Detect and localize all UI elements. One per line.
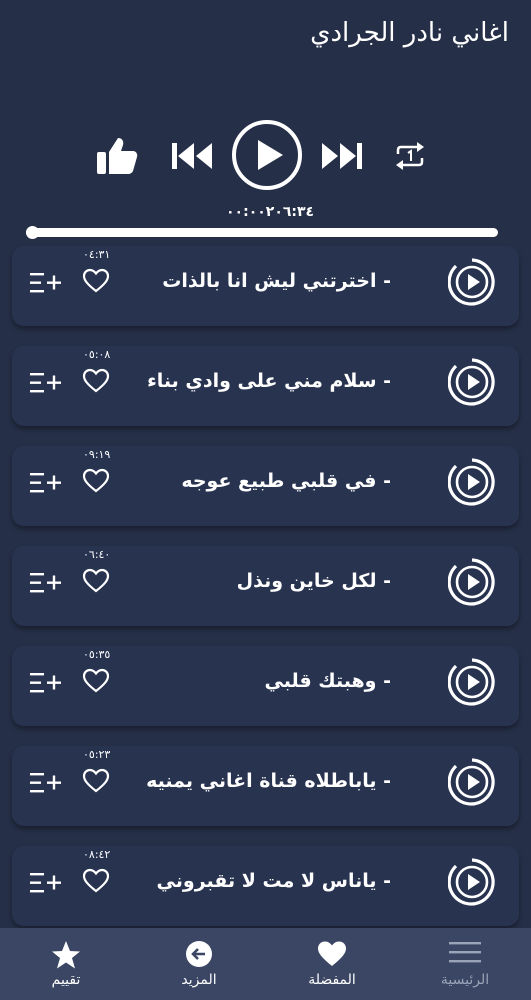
thumbs-up-icon (97, 138, 138, 174)
add-to-playlist-icon[interactable] (30, 672, 62, 694)
nav-rate[interactable]: تقييم (16, 928, 116, 1000)
previous-button[interactable] (170, 140, 214, 172)
nav-more[interactable]: المزيد (149, 928, 249, 1000)
song-title: - ياباطلاه قناة اغاني يمنيه (146, 770, 391, 792)
playback-time: ٠٠:٠٠٢٠٦:٣٤ (226, 204, 315, 220)
song-row[interactable]: ٠٦:٤٠ - لكل خاين ونذل (12, 546, 519, 626)
add-to-playlist-icon[interactable] (30, 572, 62, 594)
add-to-playlist-icon[interactable] (30, 272, 62, 294)
heart-icon[interactable] (82, 568, 110, 594)
heart-icon[interactable] (82, 768, 110, 794)
nav-favorites-label: المفضلة (308, 972, 356, 988)
play-circle-icon[interactable] (448, 258, 496, 306)
song-title: - وهبتك قلبي (264, 670, 391, 692)
nav-home[interactable]: الرئيسية (415, 928, 515, 1000)
play-circle-icon[interactable] (448, 558, 496, 606)
song-duration: ٠٦:٤٠ (83, 548, 111, 561)
next-button[interactable] (320, 140, 364, 172)
play-circle-icon[interactable] (448, 658, 496, 706)
nav-favorites[interactable]: المفضلة (282, 928, 382, 1000)
heart-icon[interactable] (82, 868, 110, 894)
nav-more-label: المزيد (181, 972, 217, 988)
skip-next-icon (322, 143, 362, 169)
repeat-button[interactable] (393, 140, 427, 172)
add-to-playlist-icon[interactable] (30, 472, 62, 494)
song-title: - لكل خاين ونذل (236, 570, 391, 592)
skip-previous-icon (172, 143, 212, 169)
play-button[interactable] (230, 118, 304, 192)
play-circle-icon[interactable] (448, 858, 496, 906)
song-row[interactable]: ٠٩:١٩ - في قلبي طبيع عوجه (12, 446, 519, 526)
player-controls (0, 118, 531, 194)
song-row[interactable]: ٠٥:٣٥ - وهبتك قلبي (12, 646, 519, 726)
add-to-playlist-icon[interactable] (30, 772, 62, 794)
song-title: - ياناس لا مت لا تقبروني (156, 870, 391, 892)
heart-icon[interactable] (82, 468, 110, 494)
song-row[interactable]: ٠٥:٢٣ - ياباطلاه قناة اغاني يمنيه (12, 746, 519, 826)
nav-rate-label: تقييم (51, 972, 81, 988)
arrow-left-circle-icon (186, 941, 212, 967)
nav-home-label: الرئيسية (440, 972, 490, 988)
song-title: - اخترتني ليش انا بالذات (162, 270, 391, 292)
song-duration: ٠٨:٤٢ (83, 848, 111, 861)
heart-icon[interactable] (82, 268, 110, 294)
like-button[interactable] (96, 136, 138, 176)
bottom-nav: تقييم المزيد المفضلة الرئيسية (0, 928, 531, 1000)
add-to-playlist-icon[interactable] (30, 872, 62, 894)
heart-filled-icon (318, 941, 346, 966)
play-circle-icon[interactable] (448, 758, 496, 806)
heart-icon[interactable] (82, 668, 110, 694)
song-row[interactable]: ٠٨:٤٢ - ياناس لا مت لا تقبروني (12, 846, 519, 926)
progress-bar[interactable] (26, 228, 498, 237)
heart-icon[interactable] (82, 368, 110, 394)
progress-handle[interactable] (26, 226, 39, 239)
menu-icon (449, 942, 481, 963)
song-title: - في قلبي طبيع عوجه (181, 470, 391, 492)
repeat-one-icon (396, 142, 424, 170)
song-row[interactable]: ٠٤:٣١ - اخترتني ليش انا بالذات (12, 246, 519, 326)
song-duration: ٠٥:٣٥ (83, 648, 111, 661)
song-row[interactable]: ٠٥:٠٨ - سلام مني على وادي بناء (12, 346, 519, 426)
app-title: اغاني نادر الجرادي (310, 18, 509, 48)
play-circle-icon[interactable] (448, 358, 496, 406)
play-circle-icon[interactable] (448, 458, 496, 506)
song-duration: ٠٥:٠٨ (83, 348, 111, 361)
play-circle-icon (232, 120, 302, 190)
song-duration: ٠٩:١٩ (83, 448, 111, 461)
song-duration: ٠٤:٣١ (83, 248, 111, 261)
song-title: - سلام مني على وادي بناء (147, 370, 391, 392)
add-to-playlist-icon[interactable] (30, 372, 62, 394)
star-icon (52, 941, 80, 969)
song-duration: ٠٥:٢٣ (83, 748, 111, 761)
